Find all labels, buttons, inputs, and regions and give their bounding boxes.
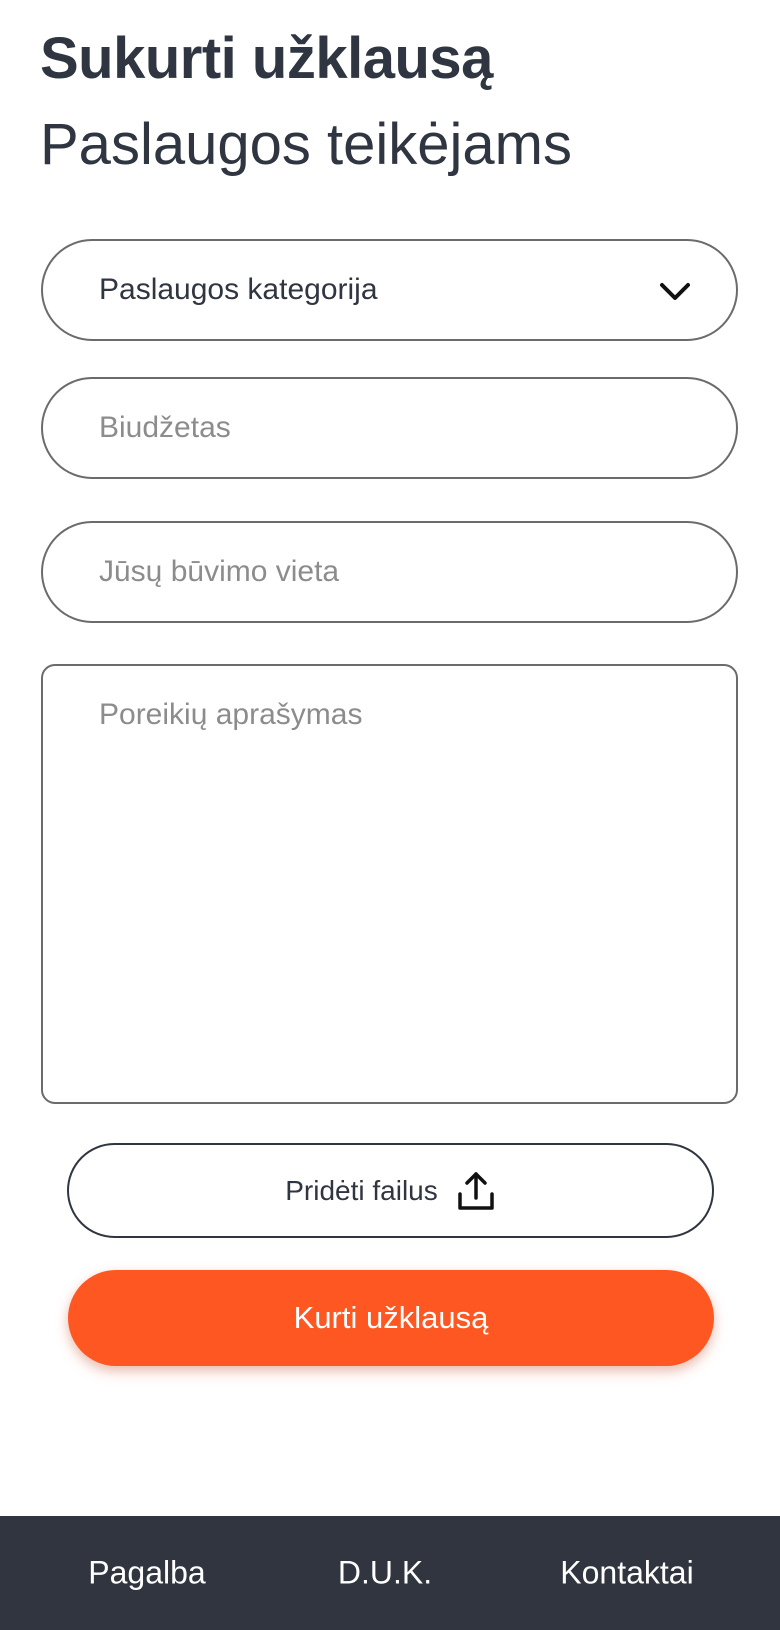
footer-link-contacts[interactable]: Kontaktai — [560, 1555, 693, 1592]
footer-link-faq[interactable]: D.U.K. — [338, 1555, 432, 1592]
create-request-button[interactable]: Kurti užklausą — [68, 1270, 714, 1366]
add-files-button[interactable]: Pridėti failus — [67, 1143, 714, 1238]
description-placeholder: Poreikių aprašymas — [99, 698, 363, 731]
page-title: Sukurti užklausą — [40, 26, 493, 91]
footer-link-help[interactable]: Pagalba — [88, 1555, 205, 1592]
description-textarea[interactable]: Poreikių aprašymas — [41, 664, 738, 1104]
page-subtitle: Paslaugos teikėjams — [40, 112, 572, 177]
budget-input[interactable]: Biudžetas — [41, 377, 738, 479]
location-placeholder: Jūsų būvimo vieta — [99, 555, 340, 588]
location-input[interactable]: Jūsų būvimo vieta — [41, 521, 738, 623]
footer: Pagalba D.U.K. Kontaktai — [0, 1516, 780, 1630]
upload-icon — [458, 1171, 494, 1210]
category-select-value: Paslaugos kategorija — [99, 273, 378, 306]
chevron-down-icon — [660, 283, 690, 300]
category-select[interactable]: Paslaugos kategorija — [41, 239, 738, 341]
create-request-label: Kurti užklausą — [293, 1300, 489, 1335]
add-files-label: Pridėti failus — [285, 1174, 438, 1206]
budget-placeholder: Biudžetas — [99, 411, 231, 444]
